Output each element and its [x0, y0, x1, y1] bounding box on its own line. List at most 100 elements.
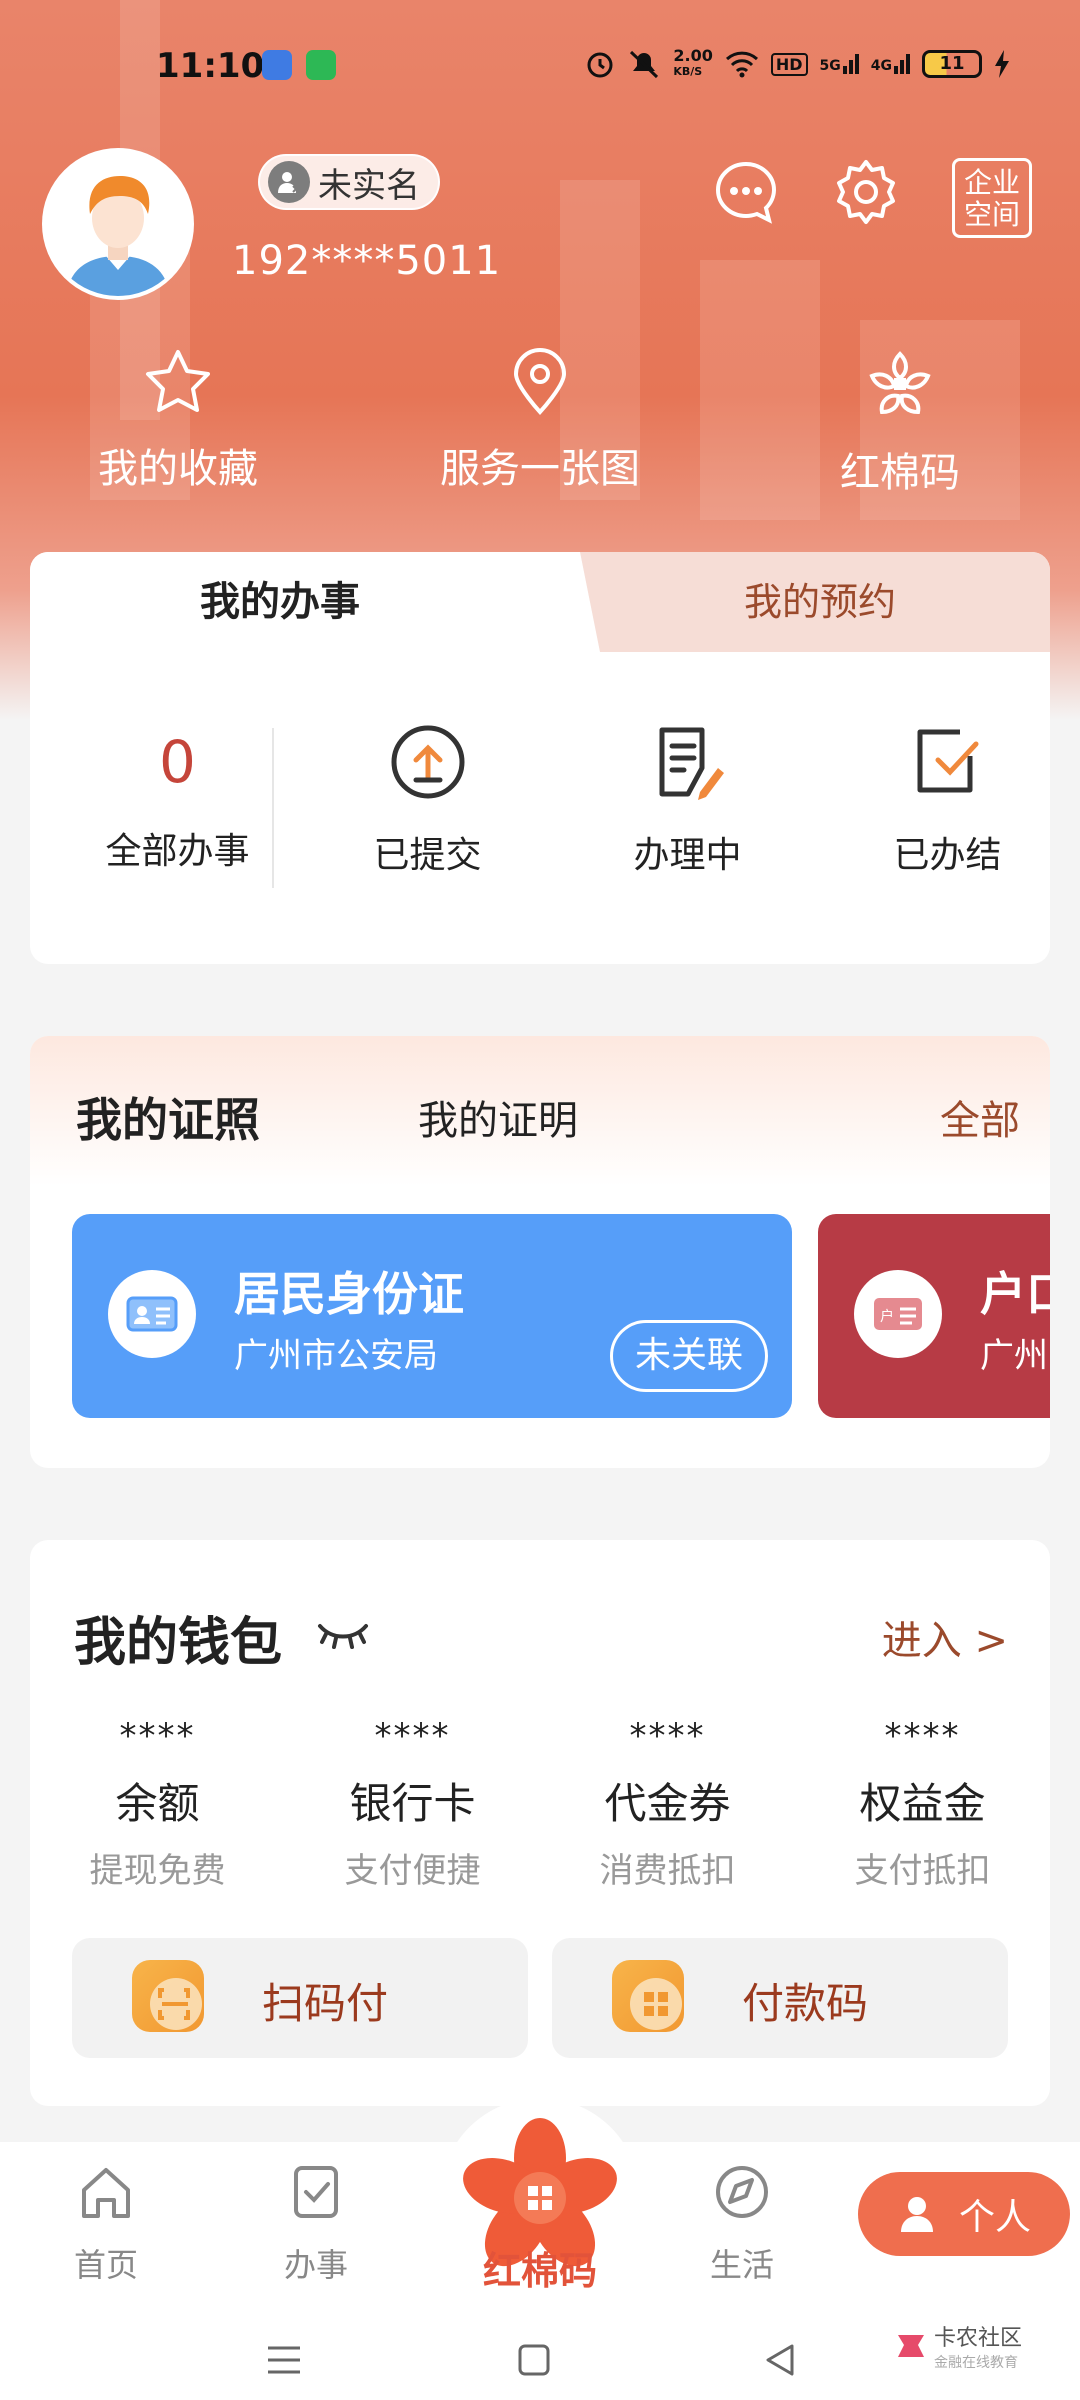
- unverified-user-icon: [268, 161, 310, 203]
- signal-4g-icon: 4G: [871, 54, 910, 74]
- masked-amount: ****: [629, 1716, 706, 1756]
- quick-action-kapok-code[interactable]: 红棉码: [760, 346, 1040, 498]
- quick-action-label: 红棉码: [840, 450, 960, 496]
- wallet-item-name: 余额: [115, 1779, 200, 1828]
- tab-my-affairs[interactable]: 我的办事: [30, 552, 570, 652]
- masked-amount: ****: [119, 1716, 196, 1756]
- wallet-title: 我的钱包: [74, 1613, 283, 1673]
- id-card-icon: [108, 1270, 196, 1358]
- upload-circle-icon: [391, 725, 464, 799]
- kapok-flower-icon: [869, 351, 931, 415]
- message-notification-icon: [306, 50, 336, 80]
- watermark-title: 卡农社区: [933, 2326, 1022, 2351]
- affairs-card: 我的预约 我的办事 0 全部办事 已提交 办理中 已办结: [30, 552, 1050, 964]
- scan-pay-button[interactable]: 扫码付: [72, 1938, 528, 2058]
- wallet-item-sub: 支付抵扣: [854, 1851, 991, 1891]
- home-square-icon[interactable]: [516, 2342, 552, 2378]
- watermark-logo-icon: [897, 2335, 924, 2357]
- real-name-status: 未实名: [318, 165, 420, 206]
- masked-amount: ****: [374, 1716, 451, 1756]
- hd-icon: HD: [770, 52, 808, 76]
- pay-code-button[interactable]: 付款码: [552, 1938, 1008, 2058]
- tab-my-proofs[interactable]: 我的证明: [418, 1088, 578, 1146]
- affairs-all[interactable]: 0 全部办事: [50, 722, 305, 874]
- tab-my-appointments[interactable]: 我的预约: [580, 552, 1050, 652]
- home-icon: [82, 2168, 130, 2218]
- hukou-book-icon: 户: [854, 1270, 942, 1358]
- watermark: 卡农社区 金融在线教育: [894, 2320, 1022, 2372]
- person-icon: [900, 2197, 933, 2232]
- checklist-icon: [294, 2166, 338, 2218]
- pay-code-icon: [612, 1960, 684, 2032]
- phone-number: 192****5011: [232, 238, 502, 284]
- affairs-submitted[interactable]: 已提交: [300, 722, 555, 878]
- affairs-in-progress-label: 办理中: [633, 835, 742, 876]
- star-icon: [146, 350, 210, 412]
- status-time: 11:10: [156, 46, 265, 86]
- hukou-icon-char: 户: [880, 1308, 894, 1325]
- watermark-subtitle: 金融在线教育: [933, 2355, 1018, 2371]
- compass-icon: [716, 2166, 768, 2218]
- wallet-item-name: 代金券: [604, 1779, 731, 1828]
- id-card-issuer: 广州市公安局: [234, 1336, 438, 1376]
- eye-closed-icon[interactable]: [316, 1620, 370, 1650]
- hukou-card-name: 户口: [980, 1267, 1050, 1321]
- quick-action-label: 服务一张图: [440, 446, 640, 492]
- wallet-benefit[interactable]: **** 权益金 支付抵扣: [795, 1716, 1050, 1892]
- scan-pay-label: 扫码付: [262, 1979, 389, 2028]
- affairs-all-label: 全部办事: [105, 831, 250, 872]
- masked-amount: ****: [884, 1716, 961, 1756]
- charging-icon: [995, 50, 1009, 78]
- user-avatar-icon: [46, 152, 190, 296]
- status-icons: 2.00 KB/S HD 5G 4G 11: [585, 48, 1010, 80]
- wallet-item-name: 银行卡: [349, 1779, 476, 1828]
- location-pin-icon: [513, 348, 567, 415]
- tab-my-certificates[interactable]: 我的证照: [76, 1084, 260, 1150]
- message-icon[interactable]: [712, 158, 780, 226]
- alarm-icon: [587, 52, 613, 78]
- affairs-completed-label: 已办结: [893, 835, 1002, 876]
- quick-action-service-map[interactable]: 服务一张图: [400, 346, 680, 494]
- affairs-completed[interactable]: 已办结: [820, 722, 1050, 878]
- wallet-balance[interactable]: **** 余额 提现免费: [30, 1716, 285, 1892]
- enterprise-space-button[interactable]: 企业 空间: [952, 158, 1032, 238]
- pay-code-label: 付款码: [742, 1979, 869, 2028]
- settings-gear-icon[interactable]: [832, 158, 900, 226]
- signal-5g-icon: 5G: [820, 54, 859, 74]
- nav-personal-label: 个人: [958, 2197, 1031, 2238]
- real-name-badge[interactable]: 未实名: [258, 154, 440, 210]
- quick-action-label: 我的收藏: [98, 446, 258, 492]
- avatar[interactable]: [42, 148, 194, 300]
- scan-icon: [132, 1960, 204, 2032]
- menu-lines-icon[interactable]: [264, 2342, 304, 2378]
- net-speed: 2.00 KB/S: [673, 46, 713, 79]
- id-card-hukou[interactable]: 户 户口 广州: [818, 1214, 1050, 1418]
- checkbox-done-icon: [917, 729, 978, 793]
- unlinked-badge[interactable]: 未关联: [609, 1320, 768, 1392]
- hukou-card-issuer: 广州: [980, 1336, 1048, 1376]
- status-bar: 11:10 2.00 KB/S HD 5G 4G 11: [0, 40, 1080, 100]
- affairs-submitted-label: 已提交: [373, 835, 482, 876]
- wallet-item-name: 权益金: [859, 1779, 986, 1828]
- battery-icon: 11: [922, 50, 982, 78]
- wallet-item-sub: 支付便捷: [344, 1851, 481, 1891]
- wallet-card: 我的钱包 进入 > **** 余额 提现免费 **** 银行卡 支付便捷 ***…: [30, 1540, 1050, 2106]
- app-notification-icon: [262, 50, 292, 80]
- wallet-voucher[interactable]: **** 代金券 消费抵扣: [540, 1716, 795, 1892]
- back-triangle-icon[interactable]: [762, 2342, 798, 2378]
- affairs-in-progress[interactable]: 办理中: [560, 722, 815, 878]
- affairs-total-count: 0: [159, 728, 196, 796]
- quick-action-favorites[interactable]: 我的收藏: [38, 346, 318, 494]
- mute-icon: [630, 50, 659, 79]
- document-edit-icon: [659, 727, 724, 800]
- nav-personal-button[interactable]: 个人: [858, 2172, 1070, 2256]
- id-card-name: 居民身份证: [234, 1267, 464, 1321]
- certificates-all-link[interactable]: 全部: [940, 1088, 1020, 1146]
- wallet-enter-link[interactable]: 进入 >: [882, 1608, 1008, 1666]
- wallet-item-sub: 提现免费: [89, 1851, 226, 1891]
- id-card-resident[interactable]: 居民身份证 广州市公安局 未关联: [72, 1214, 792, 1418]
- certificates-card: 我的证照 我的证明 全部 居民身份证 广州市公安局 未关联 户 户口 广州: [30, 1036, 1050, 1468]
- wifi-icon: [725, 51, 758, 78]
- wallet-bank-card[interactable]: **** 银行卡 支付便捷: [285, 1716, 540, 1892]
- wallet-item-sub: 消费抵扣: [599, 1851, 736, 1891]
